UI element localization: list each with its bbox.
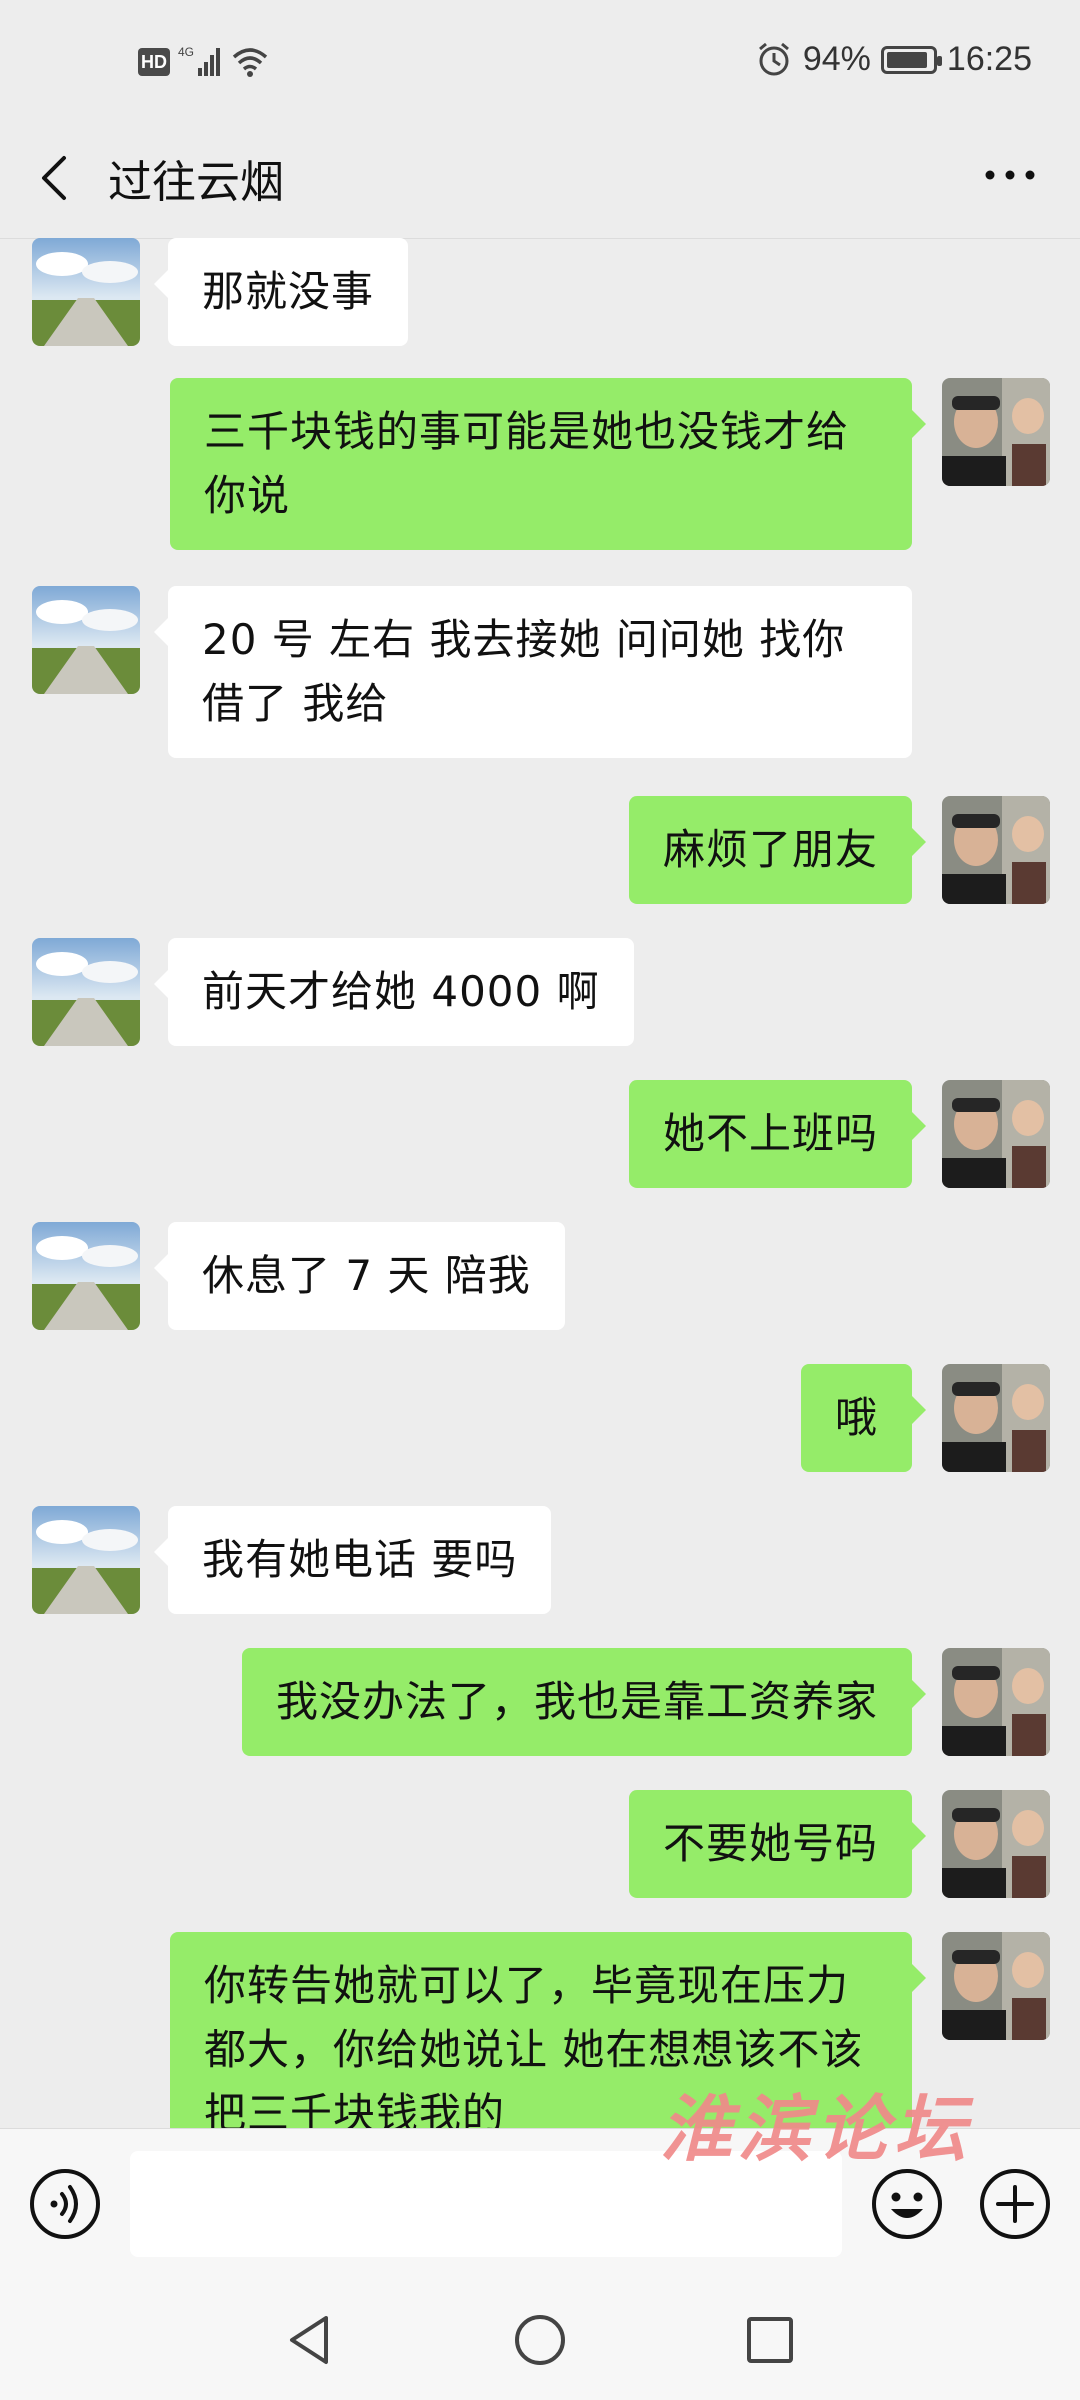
emoji-icon[interactable] — [870, 2167, 944, 2241]
message-bubble[interactable]: 麻烦了朋友 — [628, 796, 927, 904]
contact-avatar[interactable] — [32, 938, 140, 1046]
status-right: 94% 16:25 — [755, 40, 1032, 79]
contact-avatar[interactable] — [32, 1222, 140, 1330]
network-label: 4G — [178, 45, 194, 59]
message-bubble[interactable]: 你转告她就可以了，毕竟现在压力都大，你给她说让 她在想想该不该把三千块钱我的 — [170, 1932, 926, 2128]
battery-icon — [880, 45, 942, 74]
message-bubble[interactable]: 休息了 7 天 陪我 — [154, 1222, 565, 1330]
my-avatar[interactable] — [942, 796, 1050, 904]
battery-fill — [886, 51, 927, 68]
nav-back-icon[interactable] — [280, 2310, 340, 2370]
input-bar — [0, 2128, 1080, 2281]
contact-avatar[interactable] — [32, 1506, 140, 1614]
clock: 16:25 — [946, 40, 1032, 78]
nav-recent-icon[interactable] — [740, 2310, 800, 2370]
voice-icon[interactable] — [28, 2167, 102, 2241]
signal-icon: 4G — [178, 45, 220, 76]
message-input[interactable] — [130, 2151, 842, 2257]
message-bubble[interactable]: 哦 — [800, 1364, 927, 1472]
plus-icon[interactable] — [978, 2167, 1052, 2241]
wifi-icon — [232, 48, 268, 77]
chat-header: 过往云烟 — [0, 120, 1080, 239]
message-bubble[interactable]: 20 号 左右 我去接她 问问她 找你借了 我给 — [154, 586, 912, 758]
message-bubble[interactable]: 前天才给她 4000 啊 — [154, 938, 634, 1046]
system-navigation-bar — [0, 2280, 1080, 2400]
more-icon[interactable] — [980, 160, 1040, 190]
status-left: HD 4G — [138, 44, 270, 80]
my-avatar[interactable] — [942, 1932, 1050, 2040]
message-bubble[interactable]: 她不上班吗 — [628, 1080, 927, 1188]
my-avatar[interactable] — [942, 378, 1050, 486]
message-bubble[interactable]: 不要她号码 — [628, 1790, 927, 1898]
status-bar: HD 4G 94% 16:25 — [0, 0, 1080, 120]
battery-percent: 94% — [802, 40, 871, 78]
my-avatar[interactable] — [942, 1364, 1050, 1472]
back-icon[interactable] — [34, 150, 74, 206]
alarm-icon — [758, 42, 789, 75]
contact-avatar[interactable] — [32, 586, 140, 694]
hd-badge: HD — [138, 48, 170, 76]
message-bubble[interactable]: 三千块钱的事可能是她也没钱才给你说 — [170, 378, 926, 550]
nav-home-icon[interactable] — [510, 2310, 570, 2370]
my-avatar[interactable] — [942, 1790, 1050, 1898]
contact-avatar[interactable] — [32, 238, 140, 346]
message-bubble[interactable]: 我有她电话 要吗 — [153, 1506, 552, 1614]
message-list[interactable]: 那就没事 三千块钱的事可能是她也没钱才给你说 20 号 左右 我去接她 问问她 … — [0, 238, 1080, 2128]
chat-title: 过往云烟 — [108, 157, 284, 208]
message-bubble[interactable]: 我没办法了，我也是靠工资养家 — [241, 1648, 927, 1756]
my-avatar[interactable] — [942, 1080, 1050, 1188]
my-avatar[interactable] — [942, 1648, 1050, 1756]
message-bubble[interactable]: 那就没事 — [153, 238, 409, 346]
